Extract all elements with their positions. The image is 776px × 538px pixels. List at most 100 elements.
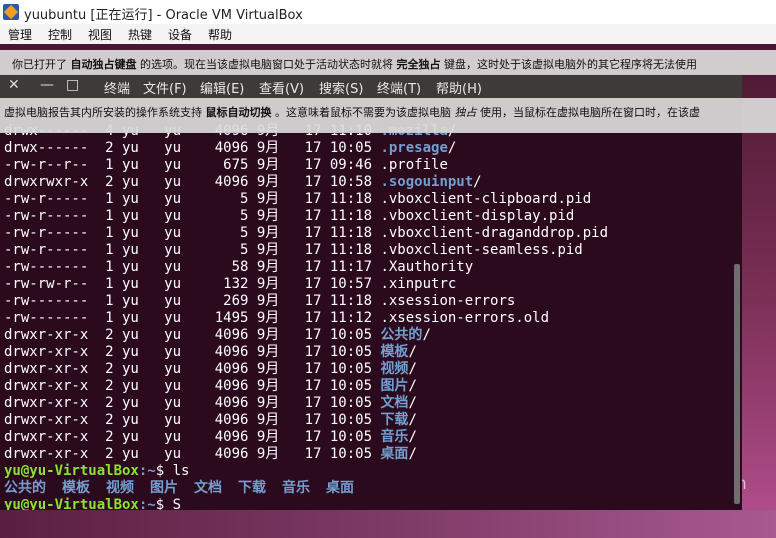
listing-filename: 文档: [380, 395, 409, 411]
listing-filename: .xsession-errors.old: [380, 310, 550, 326]
listing-row: drwxr-xr-x 2 yu yu 4096 9月 17 10:05 音乐/: [4, 429, 608, 446]
ls-dir-entry: 桌面: [326, 480, 354, 496]
prompt-command: $ ls: [155, 463, 190, 479]
terminal-menu-search[interactable]: 搜索(S): [319, 78, 363, 97]
listing-meta: drwxr-xr-x 2 yu yu 4096 9月 17 10:05: [4, 395, 381, 411]
listing-filename: .Xauthority: [380, 259, 474, 275]
listing-suffix: /: [408, 429, 417, 445]
host-menubar: 管理 控制 视图 热键 设备 帮助: [0, 24, 776, 44]
guest-desktop-bottom: [0, 510, 776, 538]
listing-row: -rw-r----- 1 yu yu 5 9月 17 11:18 .vboxcl…: [4, 208, 608, 225]
listing-meta: -rw-r----- 1 yu yu 5 9月 17 11:18: [4, 225, 381, 241]
listing-meta: drwxr-xr-x 2 yu yu 4096 9月 17 10:05: [4, 446, 381, 462]
listing-meta: drwxr-xr-x 2 yu yu 4096 9月 17 10:05: [4, 429, 381, 445]
listing-meta: -rw------- 1 yu yu 1495 9月 17 11:12: [4, 310, 381, 326]
prompt-user: yu@yu-VirtualBox: [4, 497, 139, 510]
ls-output: 公共的 模板 视频 图片 文档 下载 音乐 桌面: [4, 480, 608, 497]
listing-meta: -rw-r----- 1 yu yu 5 9月 17 11:18: [4, 208, 381, 224]
listing-row: drwx------ 2 yu yu 4096 9月 17 10:05 .pre…: [4, 140, 608, 157]
menu-hotkey[interactable]: 热键: [128, 26, 152, 43]
terminal-scrollbar[interactable]: [734, 264, 740, 504]
listing-meta: drwxr-xr-x 2 yu yu 4096 9月 17 10:05: [4, 344, 381, 360]
listing-filename: 视频: [380, 361, 409, 377]
listing-row: -rw-r--r-- 1 yu yu 675 9月 17 09:46 .prof…: [4, 157, 608, 174]
minimize-icon[interactable]: —: [40, 77, 54, 93]
listing-meta: -rw------- 1 yu yu 269 9月 17 11:18: [4, 293, 381, 309]
listing-meta: -rw-r--r-- 1 yu yu 675 9月 17 09:46: [4, 157, 381, 173]
terminal-menu-terminal[interactable]: 终端(T): [377, 78, 421, 97]
listing-filename: 音乐: [380, 429, 409, 445]
menu-view[interactable]: 视图: [88, 26, 112, 43]
listing-suffix: /: [447, 140, 457, 156]
notice-text: 使用，当鼠标在虚拟电脑所在窗口时，在该虚: [480, 106, 700, 119]
close-icon[interactable]: ✕: [8, 77, 20, 93]
listing-row: drwxr-xr-x 2 yu yu 4096 9月 17 10:05 文档/: [4, 395, 608, 412]
listing-meta: drwxrwxr-x 2 yu yu 4096 9月 17 10:58: [4, 174, 381, 190]
listing-suffix: /: [422, 327, 431, 343]
listing-row: drwxr-xr-x 2 yu yu 4096 9月 17 10:05 下载/: [4, 412, 608, 429]
listing-meta: drwxr-xr-x 2 yu yu 4096 9月 17 10:05: [4, 327, 381, 343]
listing-meta: -rw-r----- 1 yu yu 5 9月 17 11:18: [4, 242, 381, 258]
listing-suffix: /: [408, 378, 417, 394]
listing-meta: -rw-rw-r-- 1 yu yu 132 9月 17 10:57: [4, 276, 381, 292]
listing-filename: .presage: [380, 140, 448, 156]
listing-meta: -rw------- 1 yu yu 58 9月 17 11:17: [4, 259, 381, 275]
listing-suffix: /: [408, 361, 417, 377]
menu-control[interactable]: 控制: [48, 26, 72, 43]
listing-row: drwxrwxr-x 2 yu yu 4096 9月 17 10:58 .sog…: [4, 174, 608, 191]
notice-text: 。这意味着鼠标不需要为该虚拟电脑: [275, 106, 451, 119]
terminal-menu-help[interactable]: 帮助(H): [436, 78, 482, 97]
menu-help[interactable]: 帮助: [208, 26, 232, 43]
ls-dir-entry: 模板: [62, 480, 90, 496]
listing-row: -rw------- 1 yu yu 269 9月 17 11:18 .xses…: [4, 293, 608, 310]
listing-row: drwxr-xr-x 2 yu yu 4096 9月 17 10:05 桌面/: [4, 446, 608, 463]
listing-meta: drwx------ 2 yu yu 4096 9月 17 10:05: [4, 140, 381, 156]
terminal-menu-edit[interactable]: 编辑(E): [200, 78, 244, 97]
ls-dir-entry: 文档: [194, 480, 222, 496]
ls-dir-entry: 下载: [238, 480, 266, 496]
listing-suffix: /: [408, 412, 417, 428]
listing-filename: .sogouinput: [380, 174, 474, 190]
listing-meta: -rw-r----- 1 yu yu 5 9月 17 11:18: [4, 191, 381, 207]
listing-row: drwxr-xr-x 2 yu yu 4096 9月 17 10:05 公共的/: [4, 327, 608, 344]
ls-dir-entry: 公共的: [4, 480, 46, 496]
listing-row: -rw-rw-r-- 1 yu yu 132 9月 17 10:57 .xinp…: [4, 276, 608, 293]
listing-row: -rw-r----- 1 yu yu 5 9月 17 11:18 .vboxcl…: [4, 242, 608, 259]
window-title: yuubuntu [正在运行] - Oracle VM VirtualBox: [24, 8, 303, 23]
terminal-menu-view[interactable]: 查看(V): [259, 78, 304, 97]
notice-text: 你已打开了: [12, 58, 67, 71]
listing-row: -rw-r----- 1 yu yu 5 9月 17 11:18 .vboxcl…: [4, 225, 608, 242]
window-titlebar: yuubuntu [正在运行] - Oracle VM VirtualBox: [0, 0, 776, 25]
prompt-path: :~: [138, 463, 156, 479]
ls-dir-entry: 图片: [150, 480, 178, 496]
listing-filename: .vboxclient-draganddrop.pid: [380, 225, 609, 241]
listing-suffix: /: [408, 446, 417, 462]
prompt-path: :~: [138, 497, 156, 510]
terminal-menu-file[interactable]: 文件(F): [143, 78, 187, 97]
listing-filename: 下载: [380, 412, 409, 428]
menu-manage[interactable]: 管理: [8, 26, 32, 43]
notice-bold: 完全独占: [396, 58, 441, 71]
prompt-line: yu@yu-VirtualBox:~$ ls: [4, 463, 608, 480]
terminal-app-menu[interactable]: 终端: [104, 78, 130, 97]
listing-row: -rw------- 1 yu yu 58 9月 17 11:17 .Xauth…: [4, 259, 608, 276]
listing-filename: 图片: [380, 378, 409, 394]
listing-meta: drwxr-xr-x 2 yu yu 4096 9月 17 10:05: [4, 361, 381, 377]
listing-filename: 公共的: [380, 327, 423, 343]
terminal-window[interactable]: ✕ — □ 终端 文件(F) 编辑(E) 查看(V) 搜索(S) 终端(T) 帮…: [0, 74, 742, 510]
listing-row: -rw-r----- 1 yu yu 5 9月 17 11:18 .vboxcl…: [4, 191, 608, 208]
terminal-output[interactable]: drwx------ 4 yu yu 4096 9月 17 11:10 .moz…: [4, 123, 608, 510]
listing-meta: drwxr-xr-x 2 yu yu 4096 9月 17 10:05: [4, 378, 381, 394]
listing-suffix: /: [473, 174, 482, 190]
menu-devices[interactable]: 设备: [168, 26, 192, 43]
listing-row: drwxr-xr-x 2 yu yu 4096 9月 17 10:05 图片/: [4, 378, 608, 395]
listing-suffix: /: [408, 395, 417, 411]
ls-dir-entry: 视频: [106, 480, 134, 496]
listing-row: -rw------- 1 yu yu 1495 9月 17 11:12 .xse…: [4, 310, 608, 327]
prompt-user: yu@yu-VirtualBox: [4, 463, 139, 479]
listing-filename: .xsession-errors: [380, 293, 516, 309]
maximize-icon[interactable]: □: [66, 77, 79, 93]
prompt-command: $ S: [155, 497, 182, 510]
listing-suffix: /: [408, 344, 417, 360]
listing-filename: .vboxclient-display.pid: [380, 208, 575, 224]
